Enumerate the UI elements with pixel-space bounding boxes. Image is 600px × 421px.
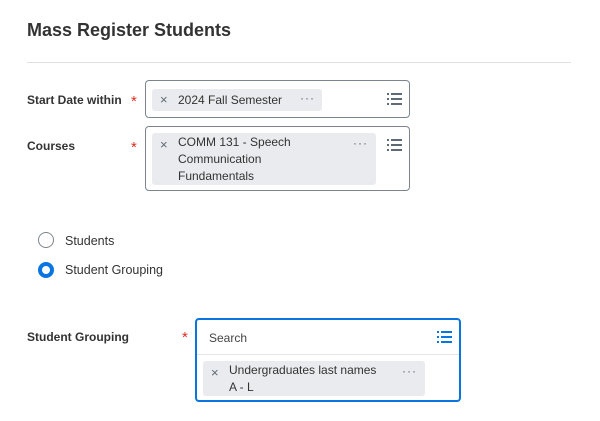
more-options-icon[interactable]: ··· [353, 136, 368, 150]
header-divider [27, 62, 571, 63]
search-input[interactable]: Search [209, 331, 247, 345]
close-icon[interactable]: × [160, 92, 168, 107]
selected-item-label-line-2: A - L [229, 380, 254, 394]
more-options-icon[interactable]: ··· [402, 364, 417, 378]
radio-student-grouping[interactable] [38, 262, 54, 278]
selected-item-pill[interactable]: × Undergraduates last names A - L ··· [203, 361, 425, 396]
selected-item-label-line-1: COMM 131 - Speech [178, 135, 291, 149]
radio-students[interactable] [38, 232, 54, 248]
radio-students-label[interactable]: Students [65, 234, 114, 248]
selected-item-label-line-3: Fundamentals [178, 169, 255, 183]
close-icon[interactable]: × [160, 137, 168, 152]
selected-item-pill[interactable]: × COMM 131 - Speech Communication Fundam… [152, 133, 376, 185]
more-options-icon[interactable]: ··· [300, 91, 315, 105]
selected-item-label: 2024 Fall Semester [178, 93, 283, 107]
courses-label: Courses [27, 139, 76, 153]
field-separator [197, 354, 459, 355]
selected-item-label-line-1: Undergraduates last names [229, 363, 377, 377]
selected-item-label-line-2: Communication [178, 152, 262, 166]
student-grouping-field[interactable]: Search × Undergraduates last names A - L… [195, 318, 461, 402]
required-indicator: * [131, 93, 137, 110]
page-title: Mass Register Students [27, 20, 232, 40]
student-grouping-label: Student Grouping [27, 330, 129, 344]
start-date-field[interactable]: × 2024 Fall Semester ··· [145, 80, 410, 118]
start-date-label: Start Date within [27, 93, 122, 107]
close-icon[interactable]: × [211, 365, 219, 380]
radio-student-grouping-label[interactable]: Student Grouping [65, 263, 163, 277]
list-prompt-icon[interactable] [387, 139, 402, 151]
required-indicator: * [131, 139, 137, 156]
required-indicator: * [182, 329, 188, 346]
selected-item-pill[interactable]: × 2024 Fall Semester ··· [152, 89, 322, 111]
courses-field[interactable]: × COMM 131 - Speech Communication Fundam… [145, 126, 410, 191]
list-prompt-icon[interactable] [387, 93, 402, 105]
list-prompt-icon[interactable] [437, 331, 452, 343]
